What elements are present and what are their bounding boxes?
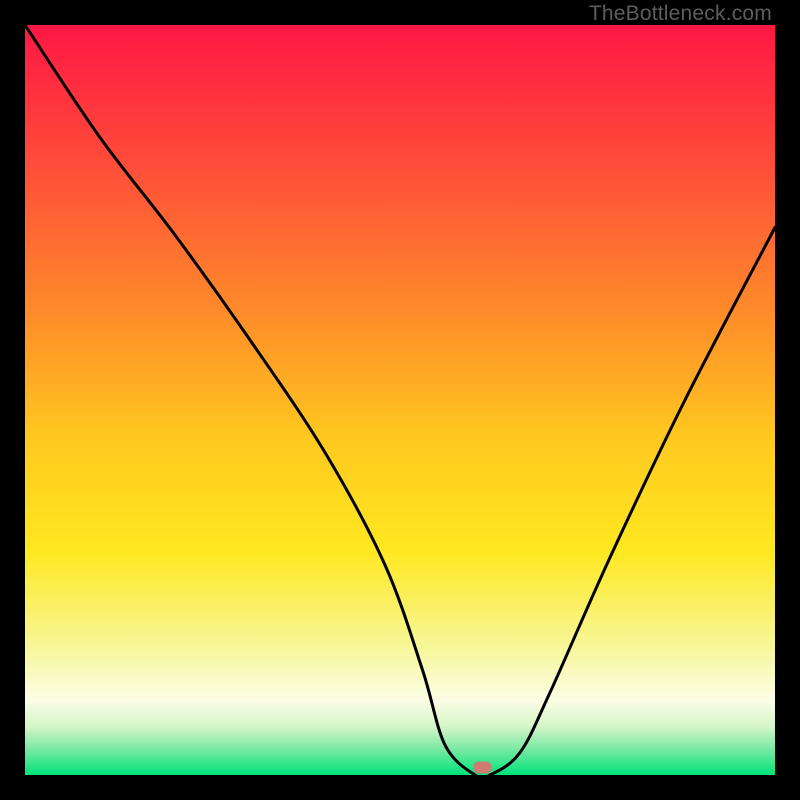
plot-area bbox=[25, 25, 775, 775]
gradient-background bbox=[25, 25, 775, 775]
chart-frame: TheBottleneck.com bbox=[0, 0, 800, 800]
bottleneck-chart bbox=[25, 25, 775, 775]
watermark-text: TheBottleneck.com bbox=[589, 2, 772, 26]
optimal-point-marker bbox=[474, 762, 492, 774]
